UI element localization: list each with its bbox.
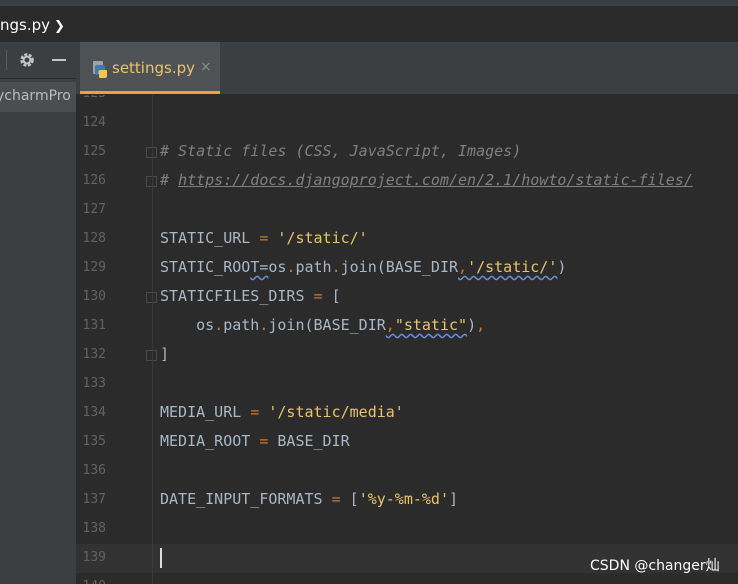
code-text: MEDIA_URL = '/static/media' [160, 403, 404, 421]
breadcrumb-file[interactable]: ngs.py [0, 16, 50, 34]
line-number: 140 [76, 579, 106, 584]
active-tab-indicator [80, 91, 220, 94]
python-file-icon [93, 61, 107, 78]
line-number: 131 [82, 318, 106, 333]
code-line[interactable]: 130 STATICFILES_DIRS = [ [76, 283, 738, 312]
project-panel-toolbar [0, 42, 76, 79]
line-number: 130 [82, 289, 106, 304]
line-number: 134 [82, 405, 106, 420]
code-line[interactable]: 134 MEDIA_URL = '/static/media' [76, 399, 738, 428]
code-line[interactable]: 133 [76, 370, 738, 399]
line-number: 137 [82, 492, 106, 507]
tab-settings-py[interactable]: settings.py × [80, 42, 220, 94]
indent-guide [152, 95, 153, 584]
breadcrumb[interactable]: ngs.py ❯ [0, 16, 65, 34]
code-line[interactable]: 131 os.path.join(BASE_DIR,"static"), [76, 312, 738, 341]
code-text: # Static files (CSS, JavaScript, Images) [160, 142, 522, 160]
watermark: CSDN @changer灿 [590, 558, 720, 574]
code-text: DATE_INPUT_FORMATS = ['%y-%m-%d'] [160, 490, 459, 508]
toolbar-divider [6, 50, 7, 70]
code-text: STATIC_ROOT=os.path.join(BASE_DIR,'/stat… [160, 258, 567, 276]
code-line[interactable]: 136 [76, 457, 738, 486]
line-number: 124 [82, 115, 106, 130]
code-text: STATICFILES_DIRS = [ [160, 287, 341, 305]
code-line[interactable]: 128 STATIC_URL = '/static/' [76, 225, 738, 254]
line-number: 125 [82, 144, 106, 159]
code-line[interactable]: 124 [76, 109, 738, 138]
code-text: STATIC_URL = '/static/' [160, 229, 368, 247]
editor-tab-bar: settings.py × [76, 42, 738, 95]
code-line[interactable]: 127 [76, 196, 738, 225]
line-number: 126 [82, 173, 106, 188]
line-number: 138 [82, 521, 106, 536]
line-number: 123 [76, 95, 106, 101]
code-text: MEDIA_ROOT = BASE_DIR [160, 432, 350, 450]
code-line[interactable]: 135 MEDIA_ROOT = BASE_DIR [76, 428, 738, 457]
code-line[interactable]: 125 # Static files (CSS, JavaScript, Imag… [76, 138, 738, 167]
line-number: 135 [82, 434, 106, 449]
code-line[interactable]: 123 [76, 95, 738, 109]
code-text: os.path.join(BASE_DIR,"static"), [160, 316, 486, 334]
code-text: ] [160, 345, 170, 363]
breadcrumb-bar: ngs.py ❯ [0, 6, 738, 43]
project-tree-item-label: ycharmPro [0, 88, 71, 104]
line-number: 136 [82, 463, 106, 478]
code-line[interactable]: 137 DATE_INPUT_FORMATS = ['%y-%m-%d'] [76, 486, 738, 515]
line-number: 129 [82, 260, 106, 275]
line-number: 133 [82, 376, 106, 391]
code-line[interactable]: 129 STATIC_ROOT=os.path.join(BASE_DIR,'/s… [76, 254, 738, 283]
line-number: 132 [82, 347, 106, 362]
line-number: 139 [82, 550, 106, 565]
code-line[interactable]: 132] [76, 341, 738, 370]
project-tree-item[interactable]: ycharmPro [0, 82, 76, 112]
code-text: # https://docs.djangoproject.com/en/2.1/… [160, 171, 693, 189]
line-number: 128 [82, 231, 106, 246]
minimize-icon[interactable] [50, 51, 68, 69]
line-number: 127 [82, 202, 106, 217]
code-line[interactable]: 126 # https://docs.djangoproject.com/en/2… [76, 167, 738, 196]
close-icon[interactable]: × [200, 59, 212, 75]
text-caret [160, 548, 162, 568]
code-editor[interactable]: 123 124 125 # Static files (CSS, JavaScript… [76, 95, 738, 584]
chevron-right-icon: ❯ [54, 19, 65, 34]
project-panel [0, 42, 76, 584]
gear-icon[interactable] [18, 51, 36, 69]
code-line[interactable]: 138 [76, 515, 738, 544]
tab-label: settings.py [112, 59, 195, 77]
